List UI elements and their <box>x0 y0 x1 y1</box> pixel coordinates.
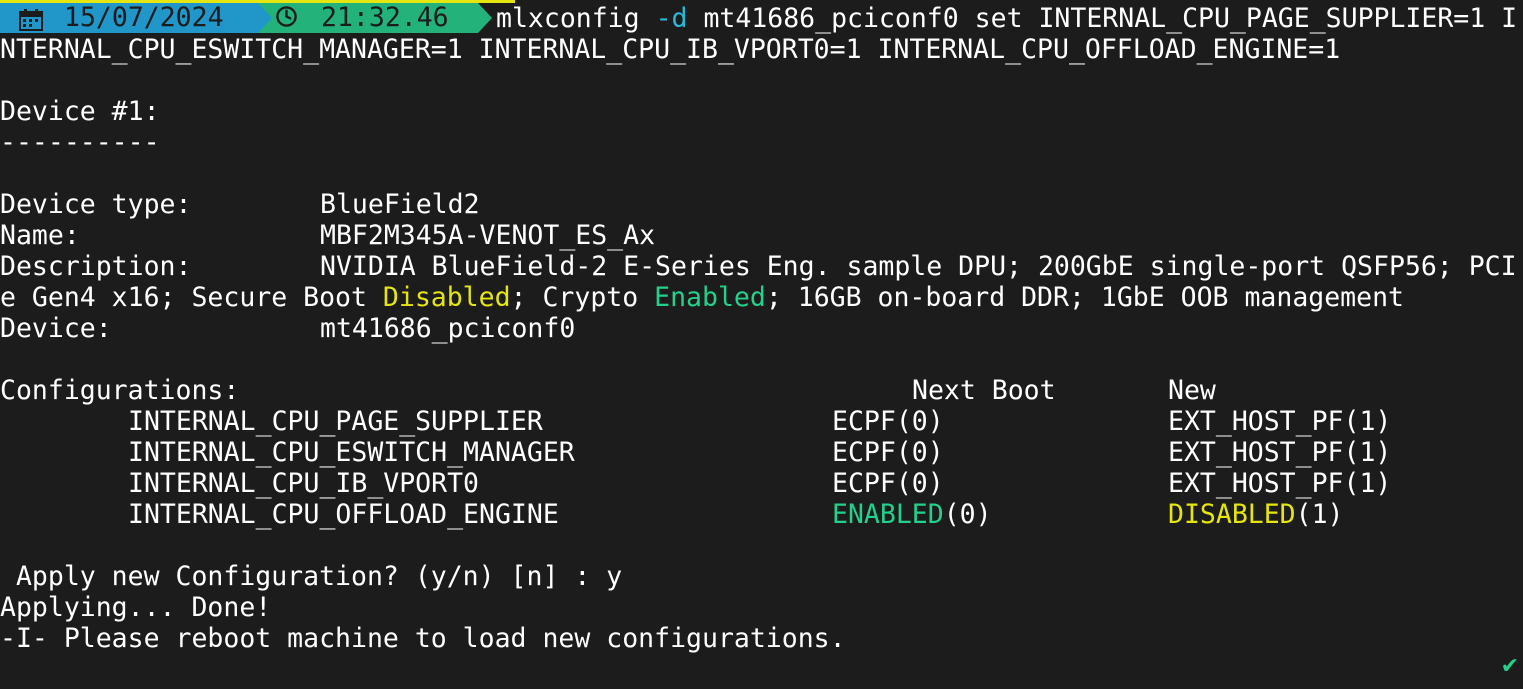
config-next-boot: ECPF(0) <box>832 406 944 437</box>
command-line-2: NTERNAL_CPU_ESWITCH_MANAGER=1 INTERNAL_C… <box>0 34 1341 65</box>
config-name: INTERNAL_CPU_ESWITCH_MANAGER <box>128 437 575 468</box>
device-label: Device: <box>0 313 112 344</box>
column-new: New <box>1168 375 1216 406</box>
config-new: EXT_HOST_PF(1) <box>1168 468 1392 499</box>
device-separator: ---------- <box>0 127 160 158</box>
prompt-date-segment: 15/07/2024 <box>0 2 272 33</box>
terminal-window[interactable]: 15/07/2024 21:32.46 mlxconfig -d mt41686… <box>0 0 1523 689</box>
device-header: Device #1: <box>0 96 160 127</box>
description-row: Description: NVIDIA BlueField-2 E-Series… <box>0 251 1523 282</box>
apply-prompt: Apply new Configuration? (y/n) [n] : y <box>0 561 623 592</box>
device-type-label: Device type: <box>0 189 192 220</box>
command-program: mlxconfig <box>496 3 640 34</box>
config-row: INTERNAL_CPU_ESWITCH_MANAGER ECPF(0) EXT… <box>0 437 1523 468</box>
device-type-value: BlueField2 <box>320 189 480 220</box>
config-next-boot: ENABLED(0) <box>832 499 992 530</box>
device-type-row: Device type: BlueField2 <box>0 189 1523 220</box>
config-row: INTERNAL_CPU_OFFLOAD_ENGINE ENABLED(0) D… <box>0 499 1523 530</box>
config-row: INTERNAL_CPU_PAGE_SUPPLIER ECPF(0) EXT_H… <box>0 406 1523 437</box>
configurations-header: Configurations: Next Boot New <box>0 375 1523 406</box>
clock-icon <box>276 6 297 27</box>
prompt-time: 21:32.46 <box>321 2 449 33</box>
description-value-1: NVIDIA BlueField-2 E-Series Eng. sample … <box>320 251 1517 282</box>
device-row: Device: mt41686_pciconf0 <box>0 313 1523 344</box>
applying-status: Applying... Done! <box>0 592 272 623</box>
description-text-b: ; Crypto <box>510 282 655 313</box>
config-name: INTERNAL_CPU_IB_VPORT0 <box>128 468 479 499</box>
description-text-c: ; 16GB on-board DDR; 1GbE OOB management <box>765 282 1405 313</box>
name-row: Name: MBF2M345A-VENOT_ES_Ax <box>0 220 1523 251</box>
check-icon: ✔ <box>1500 654 1519 679</box>
command-args-1: mt41686_pciconf0 set INTERNAL_CPU_PAGE_S… <box>687 3 1518 34</box>
config-next-boot: ECPF(0) <box>832 468 944 499</box>
command-flag: -d <box>655 3 688 34</box>
crypto-status: Enabled <box>654 282 766 313</box>
config-row: INTERNAL_CPU_IB_VPORT0 ECPF(0) EXT_HOST_… <box>0 468 1523 499</box>
secure-boot-status: Disabled <box>382 282 511 313</box>
name-label: Name: <box>0 220 80 251</box>
config-next-boot: ECPF(0) <box>832 437 944 468</box>
reboot-message: -I- Please reboot machine to load new co… <box>0 623 846 654</box>
command-line-1: mlxconfig -d mt41686_pciconf0 set INTERN… <box>496 3 1517 34</box>
column-next-boot: Next Boot <box>912 375 1056 406</box>
device-value: mt41686_pciconf0 <box>320 313 576 344</box>
description-continuation: e Gen4 x16; Secure Boot Disabled; Crypto… <box>0 282 1404 313</box>
configurations-label: Configurations: <box>0 375 240 406</box>
config-name: INTERNAL_CPU_OFFLOAD_ENGINE <box>128 499 559 530</box>
config-new: EXT_HOST_PF(1) <box>1168 437 1392 468</box>
description-text-a: e Gen4 x16; Secure Boot <box>0 282 383 313</box>
name-value: MBF2M345A-VENOT_ES_Ax <box>320 220 656 251</box>
config-name: INTERNAL_CPU_PAGE_SUPPLIER <box>128 406 543 437</box>
config-new: EXT_HOST_PF(1) <box>1168 406 1392 437</box>
calendar-icon <box>19 9 43 31</box>
description-label: Description: <box>0 251 192 282</box>
prompt-date: 15/07/2024 <box>64 2 224 33</box>
config-new: DISABLED(1) <box>1168 499 1344 530</box>
